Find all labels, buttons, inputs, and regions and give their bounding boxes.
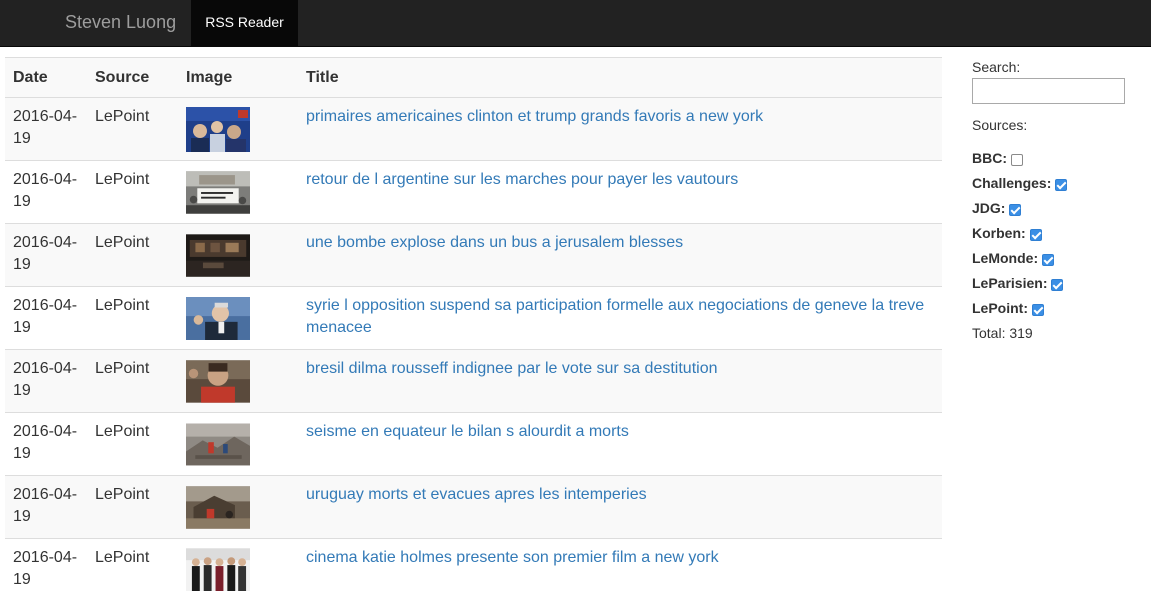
article-thumbnail[interactable] (186, 422, 250, 467)
row-title-cell: uruguay morts et evacues apres les intem… (298, 475, 942, 539)
source-filter-jdg[interactable]: JDG: (972, 196, 1142, 221)
row-image-cell (178, 475, 298, 539)
source-checkbox[interactable] (1009, 203, 1022, 216)
row-title-cell: syrie l opposition suspend sa participat… (298, 286, 942, 350)
table-row: 2016-04-19 LePoint une bombe explose dan… (5, 223, 942, 287)
source-checkbox[interactable] (1029, 228, 1042, 241)
table-row: 2016-04-19 LePoint retour de l argentine… (5, 160, 942, 224)
top-navbar: Steven Luong RSS Reader (0, 0, 1151, 47)
table-row: 2016-04-19 LePoint uruguay morts et evac… (5, 475, 942, 539)
tab-rss-reader[interactable]: RSS Reader (191, 0, 298, 46)
row-source: LePoint (87, 160, 178, 224)
article-title-link[interactable]: retour de l argentine sur les marches po… (306, 171, 738, 188)
source-label: Korben: (972, 225, 1026, 241)
article-title-link[interactable]: bresil dilma rousseff indignee par le vo… (306, 360, 717, 377)
row-source: LePoint (87, 475, 178, 539)
row-date: 2016-04-19 (5, 412, 87, 476)
row-title-cell: seisme en equateur le bilan s alourdit a… (298, 412, 942, 476)
row-image-cell (178, 286, 298, 350)
article-title-link[interactable]: cinema katie holmes presente son premier… (306, 549, 719, 566)
row-source: LePoint (87, 412, 178, 476)
article-thumbnail[interactable] (186, 359, 250, 404)
column-header-image: Image (178, 57, 298, 98)
filter-sidebar: Search: Sources: BBC: Challenges: JDG: K… (972, 58, 1142, 343)
source-checkbox[interactable] (1042, 253, 1055, 266)
row-image-cell (178, 538, 298, 591)
row-date: 2016-04-19 (5, 97, 87, 161)
row-image-cell (178, 223, 298, 287)
row-title-cell: primaires americaines clinton et trump g… (298, 97, 942, 161)
source-label: LeParisien: (972, 275, 1048, 291)
source-label: Challenges: (972, 175, 1052, 191)
source-filter-challenges[interactable]: Challenges: (972, 171, 1142, 196)
source-filter-lemonde[interactable]: LeMonde: (972, 246, 1142, 271)
table-row: 2016-04-19 LePoint primaires americaines… (5, 97, 942, 161)
row-source: LePoint (87, 97, 178, 161)
source-checkbox[interactable] (1055, 178, 1068, 191)
article-title-link[interactable]: seisme en equateur le bilan s alourdit a… (306, 423, 629, 440)
source-checkbox[interactable] (1032, 303, 1044, 316)
table-header-row: Date Source Image Title (5, 57, 942, 98)
row-date: 2016-04-19 (5, 349, 87, 413)
row-date: 2016-04-19 (5, 286, 87, 350)
row-title-cell: bresil dilma rousseff indignee par le vo… (298, 349, 942, 413)
article-title-link[interactable]: uruguay morts et evacues apres les intem… (306, 486, 647, 503)
search-input[interactable] (972, 78, 1125, 104)
row-title-cell: une bombe explose dans un bus a jerusale… (298, 223, 942, 287)
sources-list: BBC: Challenges: JDG: Korben: LeMonde: L… (972, 146, 1142, 321)
row-image-cell (178, 160, 298, 224)
row-date: 2016-04-19 (5, 160, 87, 224)
source-label: LeMonde: (972, 250, 1039, 266)
article-thumbnail[interactable] (186, 170, 250, 215)
source-filter-korben[interactable]: Korben: (972, 221, 1142, 246)
article-thumbnail[interactable] (186, 548, 250, 591)
articles-table-container: Date Source Image Title 2016-04-19 LePoi… (5, 57, 942, 591)
source-filter-bbc[interactable]: BBC: (972, 146, 1142, 171)
brand-link[interactable]: Steven Luong (65, 0, 176, 46)
row-source: LePoint (87, 538, 178, 591)
article-thumbnail[interactable] (186, 107, 250, 152)
article-title-link[interactable]: syrie l opposition suspend sa participat… (306, 297, 924, 336)
table-row: 2016-04-19 LePoint bresil dilma rousseff… (5, 349, 942, 413)
article-thumbnail[interactable] (186, 485, 250, 530)
row-image-cell (178, 412, 298, 476)
table-row: 2016-04-19 LePoint syrie l opposition su… (5, 286, 942, 350)
source-label: LePoint: (972, 300, 1028, 316)
article-thumbnail[interactable] (186, 233, 250, 278)
row-source: LePoint (87, 286, 178, 350)
row-date: 2016-04-19 (5, 223, 87, 287)
total-count: Total: 319 (972, 325, 1033, 341)
source-checkbox[interactable] (1051, 278, 1064, 291)
row-date: 2016-04-19 (5, 538, 87, 591)
article-title-link[interactable]: primaires americaines clinton et trump g… (306, 108, 763, 125)
row-date: 2016-04-19 (5, 475, 87, 539)
column-header-source: Source (87, 57, 178, 98)
source-label: JDG: (972, 200, 1006, 216)
article-title-link[interactable]: une bombe explose dans un bus a jerusale… (306, 234, 683, 251)
row-source: LePoint (87, 223, 178, 287)
source-checkbox[interactable] (1011, 153, 1023, 166)
table-row: 2016-04-19 LePoint seisme en equateur le… (5, 412, 942, 476)
row-source: LePoint (87, 349, 178, 413)
source-filter-lepoint[interactable]: LePoint: (972, 296, 1142, 321)
row-image-cell (178, 97, 298, 161)
search-label: Search: (972, 59, 1021, 75)
sources-label: Sources: (972, 117, 1028, 133)
row-image-cell (178, 349, 298, 413)
column-header-date: Date (5, 57, 87, 98)
column-header-title: Title (298, 57, 942, 98)
row-title-cell: cinema katie holmes presente son premier… (298, 538, 942, 591)
table-row: 2016-04-19 LePoint cinema katie holmes p… (5, 538, 942, 591)
source-label: BBC: (972, 150, 1007, 166)
row-title-cell: retour de l argentine sur les marches po… (298, 160, 942, 224)
articles-table: Date Source Image Title 2016-04-19 LePoi… (5, 57, 942, 591)
source-filter-leparisien[interactable]: LeParisien: (972, 271, 1142, 296)
article-thumbnail[interactable] (186, 296, 250, 341)
